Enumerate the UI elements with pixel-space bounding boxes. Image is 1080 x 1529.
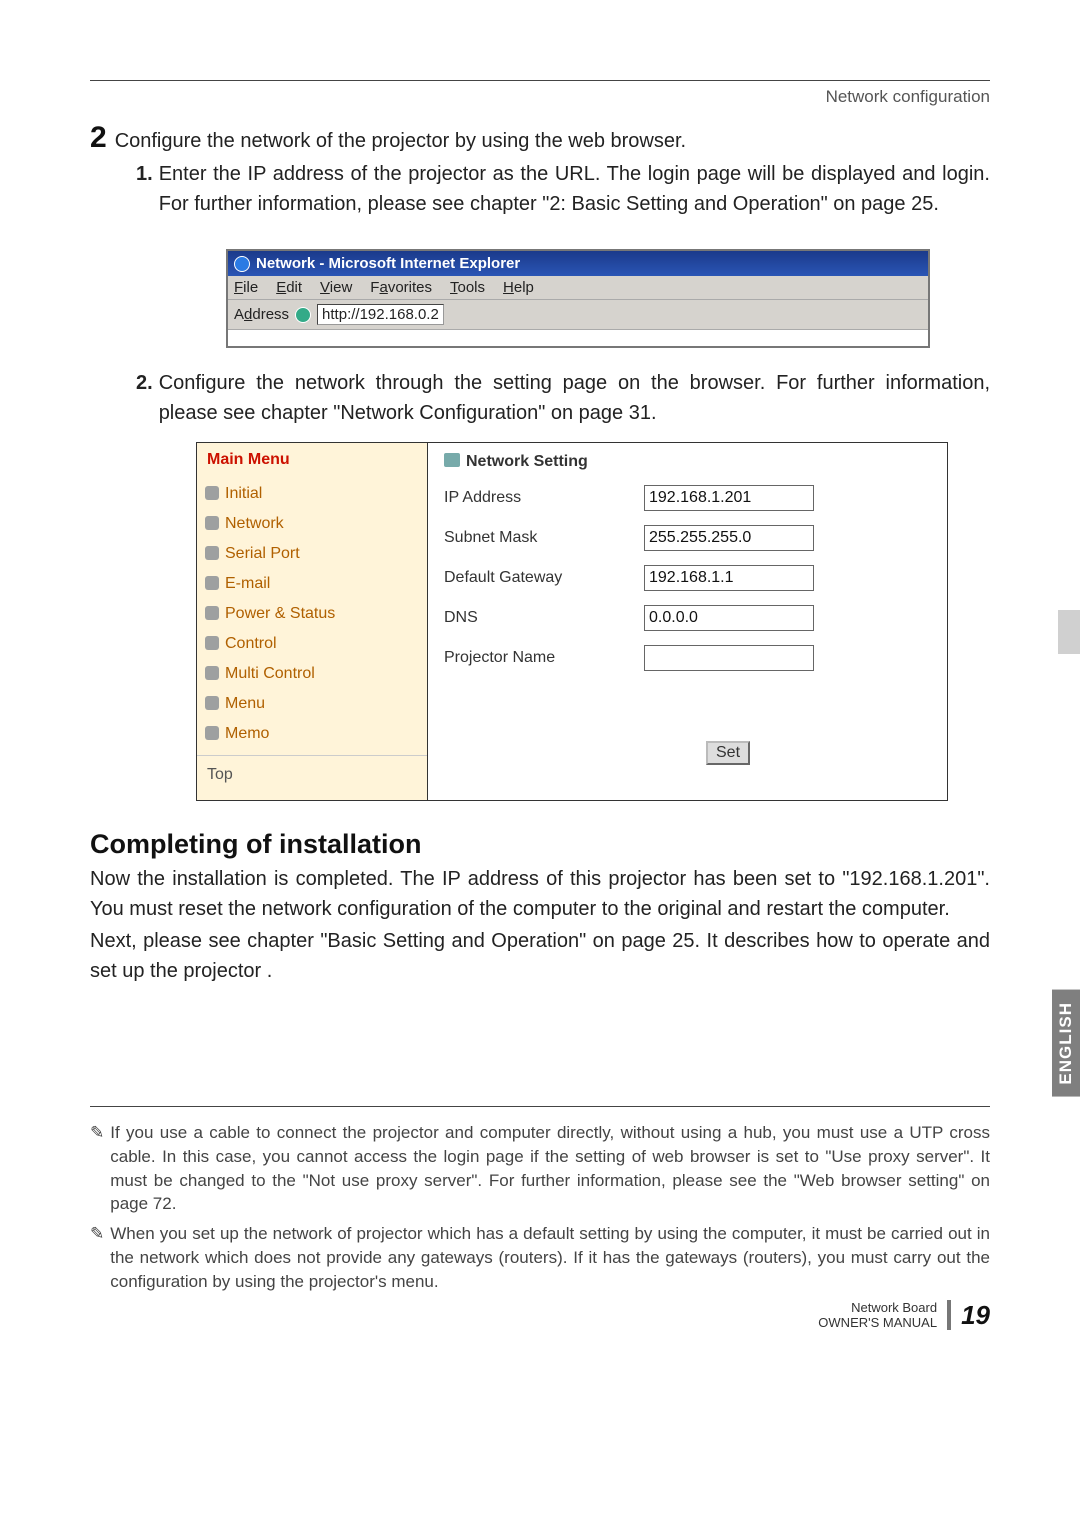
- footnote-1: If you use a cable to connect the projec…: [110, 1121, 990, 1216]
- completing-heading: Completing of installation: [90, 829, 990, 860]
- menu-fav[interactable]: Favorites: [370, 279, 432, 296]
- input-subnet-mask[interactable]: [644, 525, 814, 551]
- label-projector-name: Projector Name: [444, 649, 644, 667]
- browser-title-bar: Network - Microsoft Internet Explorer: [228, 251, 928, 276]
- note-icon: ✎: [90, 1121, 104, 1216]
- sidebar-item-control[interactable]: Control: [197, 629, 427, 659]
- step-2-2-number: 2.: [136, 372, 153, 395]
- footer-line2: OWNER'S MANUAL: [818, 1315, 937, 1331]
- input-dns[interactable]: [644, 605, 814, 631]
- main-menu-heading: Main Menu: [197, 443, 427, 479]
- input-ip-address[interactable]: [644, 485, 814, 511]
- step-2-lead: Configure the network of the projector b…: [115, 130, 686, 153]
- set-button[interactable]: Set: [706, 741, 750, 765]
- completing-p1: Now the installation is completed. The I…: [90, 864, 990, 924]
- footer-line1: Network Board: [818, 1300, 937, 1316]
- sidebar-item-initial[interactable]: Initial: [197, 479, 427, 509]
- browser-window: Network - Microsoft Internet Explorer Fi…: [226, 249, 930, 348]
- input-projector-name[interactable]: [644, 645, 814, 671]
- label-default-gateway: Default Gateway: [444, 568, 644, 587]
- label-ip-address: IP Address: [444, 489, 644, 507]
- browser-viewport: [228, 330, 928, 346]
- sidebar-item-network[interactable]: Network: [197, 509, 427, 539]
- step-2-1-text: Enter the IP address of the projector as…: [159, 159, 990, 219]
- edge-tab-grey: [1058, 610, 1080, 654]
- label-subnet-mask: Subnet Mask: [444, 529, 644, 547]
- menu-view[interactable]: View: [320, 279, 352, 296]
- network-setting-panel: Main Menu Initial Network Serial Port E-…: [196, 442, 948, 801]
- footer-divider: [947, 1300, 951, 1330]
- completing-p2: Next, please see chapter "Basic Setting …: [90, 926, 990, 986]
- menu-edit[interactable]: Edit: [276, 279, 302, 296]
- note-icon: ✎: [90, 1222, 104, 1293]
- address-field[interactable]: http://192.168.0.2: [317, 304, 444, 325]
- footnotes: ✎ If you use a cable to connect the proj…: [90, 1106, 990, 1294]
- sidebar-item-email[interactable]: E-mail: [197, 569, 427, 599]
- language-tab: ENGLISH: [1052, 990, 1080, 1097]
- network-setting-heading: Network Setting: [444, 451, 931, 485]
- sidebar-item-power-status[interactable]: Power & Status: [197, 599, 427, 629]
- page-number: 19: [961, 1300, 990, 1331]
- page-footer: Network Board OWNER'S MANUAL 19: [90, 1300, 990, 1331]
- sidebar-item-memo[interactable]: Memo: [197, 719, 427, 749]
- browser-menubar: File Edit View Favorites Tools Help: [228, 276, 928, 300]
- address-label: Address: [234, 306, 289, 323]
- menu-file[interactable]: File: [234, 279, 258, 296]
- page-icon: [295, 307, 311, 323]
- step-2-number: 2: [90, 123, 107, 153]
- browser-title: Network - Microsoft Internet Explorer: [256, 255, 520, 272]
- sidebar-item-menu[interactable]: Menu: [197, 689, 427, 719]
- sidebar-item-serial-port[interactable]: Serial Port: [197, 539, 427, 569]
- ie-logo-icon: [234, 256, 250, 272]
- input-default-gateway[interactable]: [644, 565, 814, 591]
- menu-tools[interactable]: Tools: [450, 279, 485, 296]
- step-2-1-number: 1.: [136, 163, 153, 186]
- label-dns: DNS: [444, 609, 644, 627]
- top-link[interactable]: Top: [197, 755, 427, 800]
- sidebar-item-multi-control[interactable]: Multi Control: [197, 659, 427, 689]
- footnote-2: When you set up the network of projector…: [110, 1222, 990, 1293]
- running-head: Network configuration: [90, 87, 990, 107]
- menu-help[interactable]: Help: [503, 279, 534, 296]
- step-2-2-text: Configure the network through the settin…: [159, 368, 990, 428]
